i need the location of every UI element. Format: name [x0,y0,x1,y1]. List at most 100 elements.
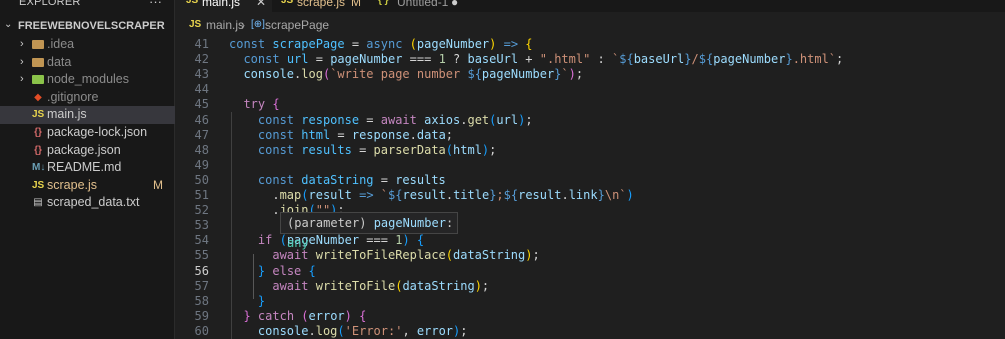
workspace-folder-header[interactable]: ⌄ FREEWEBNOVELSCRAPER [0,19,175,35]
code-token: error [416,323,454,338]
breadcrumb-symbol[interactable]: scrapePage [265,18,329,32]
line-number: 56 [194,263,209,278]
code-token: ${ [619,52,634,67]
code-text: const results = parserData(html); [229,143,496,158]
code-token: else [272,263,302,278]
code-token: ( [409,37,417,51]
tree-item-package-lock-json[interactable]: {} package-lock.json [0,124,175,142]
code-token: const [243,52,287,67]
editor-tabs: JS main.js ✕ JS scrape.js M { } Untitled… [176,0,1005,12]
code-token: result [308,188,352,202]
tree-item-gitignore[interactable]: ◆ .gitignore [0,89,175,107]
code-token: const [257,112,302,127]
code-token: === [402,52,439,67]
modified-badge: M [351,0,361,9]
code-token: ; [575,67,584,82]
code-token: response [301,112,360,127]
code-text: await writeToFile(dataString); [229,279,489,294]
code-token: , [402,323,417,338]
code-token: ( [301,308,309,323]
code-token: baseUrl [633,52,685,67]
code-token: pageNumber [416,37,490,51]
tree-item-scrape-js[interactable]: JS scrape.js M [0,177,175,195]
json-icon: {} [34,144,42,156]
code-token: results [301,142,352,157]
code-token: ` [561,67,569,82]
text-file-icon: ▤ [33,197,43,209]
tab-scrape-js[interactable]: JS scrape.js M [273,0,365,12]
code-token: map [279,188,302,202]
code-token: `write page number [330,67,468,82]
code-token: { [272,97,280,112]
line-number: 41 [194,37,209,51]
code-token: url [286,52,309,67]
code-token: console [257,323,309,338]
tree-item-package-json[interactable]: {} package.json [0,142,175,160]
tree-item-label: package.json [47,142,121,157]
code-token: pageNumber [330,52,403,67]
code-token: pageNumber [713,52,786,67]
code-token: { [308,263,316,278]
code-token: / [691,52,699,67]
code-token: ? [445,52,468,67]
braces-file-icon: { } [378,0,389,6]
breadcrumb-file[interactable]: main.js [206,18,244,32]
code-token: ` [380,188,389,202]
tab-label: scrape.js [297,0,346,9]
tree-item-scraped-data-txt[interactable]: ▤ scraped_data.txt [0,194,175,212]
tab-label: main.js [202,0,241,9]
tree-item-main-js[interactable]: JS main.js [0,106,175,124]
code-token: } [684,52,692,67]
tree-item-node-modules[interactable]: › node_modules [0,71,175,89]
code-token: log [315,323,338,338]
close-icon[interactable]: ✕ [256,0,266,9]
tab-main-js[interactable]: JS main.js ✕ [176,0,272,12]
chevron-down-icon: ⌄ [4,19,13,30]
file-tree: › .idea › data › node_modules ◆ .gitignore JS mai… [0,36,175,212]
code-token: => [359,188,374,202]
code-token: title [453,188,490,202]
code-token: = [330,127,352,142]
explorer-header: EXPLORER ··· [0,0,174,12]
code-token: ) [474,278,482,293]
line-number: 42 [194,52,209,67]
code-token: ( [301,188,309,202]
code-token: results [395,172,446,187]
code-token: { [416,233,425,248]
code-token: ( [279,233,287,248]
code-token: result [402,188,446,202]
unsaved-dot-icon[interactable]: ● [451,0,458,9]
tree-item-data[interactable]: › data [0,54,175,72]
code-token: . [445,188,454,202]
js-file-icon: JS [186,0,199,6]
code-text: const dataString = results [229,173,446,188]
code-token: ${ [698,52,714,67]
code-text: try { [229,97,280,112]
code-token: url [496,112,519,127]
code-token: parserData [373,142,446,157]
more-actions-icon[interactable]: ··· [149,0,162,9]
line-number: 44 [194,82,209,97]
code-token: } [785,52,793,67]
tree-item-idea[interactable]: › .idea [0,36,175,54]
code-token: } [597,188,605,202]
code-token: \n` [604,188,627,202]
code-token: ) [626,188,634,202]
tab-untitled-1[interactable]: { } Untitled-1 ● [366,0,466,12]
line-number: 51 [194,188,209,202]
tree-item-readme-md[interactable]: M↓ README.md [0,159,175,177]
code-token: ( [445,248,453,263]
code-editor[interactable]: 41 const scrapePage = async (pageNumber) … [176,37,1005,339]
code-token: const [257,172,302,187]
explorer-title: EXPLORER [19,0,81,8]
code-token: . [409,127,417,142]
code-token: + [518,52,540,67]
